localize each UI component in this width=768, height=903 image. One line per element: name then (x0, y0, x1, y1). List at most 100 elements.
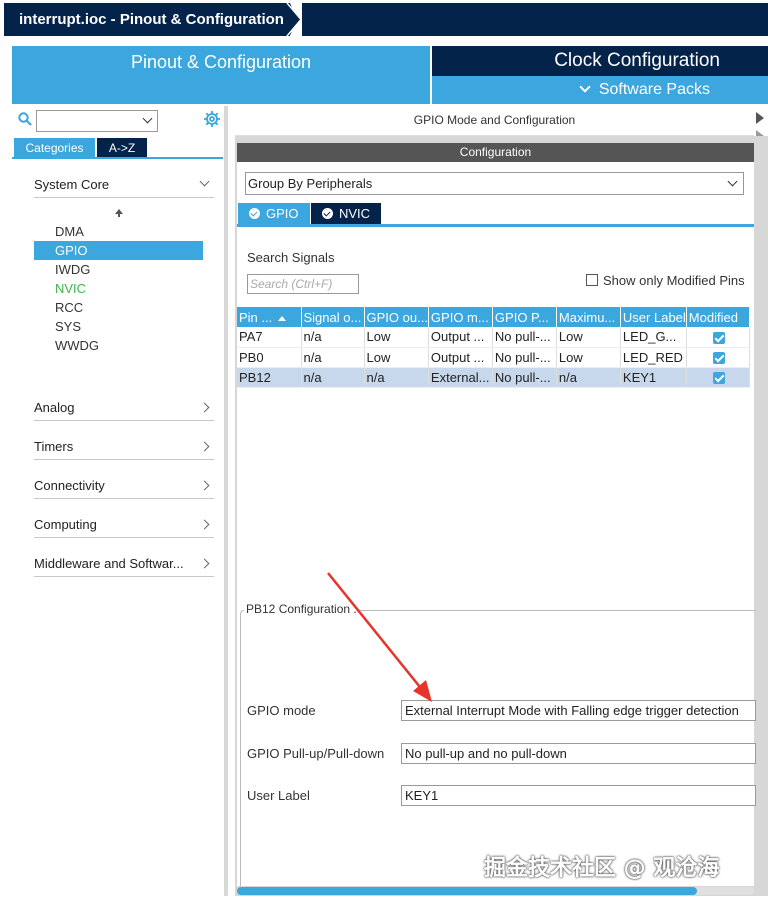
group-by-value: Group By Peripherals (248, 176, 373, 191)
user-label-label: User Label (247, 788, 310, 803)
table-row[interactable]: PA7 n/a Low Output ... No pull-... Low L… (237, 327, 750, 348)
gpio-pull-label: GPIO Pull-up/Pull-down (247, 746, 385, 761)
title-bar: interrupt.ioc - Pinout & Configuration (0, 0, 768, 37)
column-header-max-speed[interactable]: Maximu... (556, 307, 621, 327)
software-packs-label: Software Packs (598, 81, 710, 98)
chevron-right-icon (199, 558, 210, 569)
chevron-down-icon (727, 176, 738, 187)
cell-user-label: LED_RED (620, 347, 687, 368)
tab-pinout-configuration[interactable]: Pinout & Configuration (12, 46, 430, 104)
category-label: Middleware and Softwar... (34, 556, 184, 571)
cell-modified[interactable] (686, 347, 750, 368)
chevron-right-icon (199, 441, 210, 452)
tab-clock-configuration[interactable]: Clock Configuration (432, 46, 768, 76)
check-circle-icon (322, 208, 333, 219)
breadcrumb-chevron (286, 2, 304, 37)
checkbox-checked-icon[interactable] (712, 352, 725, 365)
pin-table: Pin ... Signal o... GPIO ou... GPIO m...… (237, 307, 750, 388)
category-middleware[interactable]: Middleware and Softwar... (34, 551, 214, 577)
breadcrumb-bar-fill (300, 3, 768, 36)
column-header-label: Pin ... (239, 309, 273, 325)
main-tabs: Pinout & Configuration Clock Configurati… (0, 36, 768, 104)
cell-signal: n/a (301, 327, 365, 348)
column-header-user-label[interactable]: User Label (620, 307, 687, 327)
breadcrumb-label: interrupt.ioc - Pinout & Configuration (4, 3, 290, 36)
peripheral-gpio[interactable]: GPIO (34, 241, 203, 260)
search-signals-label: Search Signals (247, 250, 335, 265)
user-label-input[interactable]: KEY1 (401, 785, 756, 806)
cell-user-label: LED_G... (620, 327, 687, 348)
column-header-pin[interactable]: Pin ... (237, 307, 302, 327)
category-label: Timers (34, 439, 74, 454)
tab-gpio[interactable]: GPIO (238, 203, 310, 224)
tab-categories[interactable]: Categories (14, 138, 95, 158)
gpio-mode-select[interactable]: External Interrupt Mode with Falling edg… (401, 700, 756, 721)
cell-speed: Low (556, 327, 621, 348)
cell-speed: Low (556, 347, 621, 368)
cell-user-label: KEY1 (620, 367, 687, 388)
column-header-signal[interactable]: Signal o... (301, 307, 365, 327)
table-row[interactable]: PB0 n/a Low Output ... No pull-... Low L… (237, 347, 750, 368)
cell-pin: PA7 (237, 327, 302, 348)
search-icon[interactable] (18, 112, 32, 126)
table-row-selected[interactable]: PB12 n/a n/a External... No pull-... n/a… (237, 367, 750, 388)
check-circle-icon (249, 208, 260, 219)
software-packs-menu[interactable]: Software Packs (432, 76, 768, 104)
cell-signal: n/a (301, 347, 365, 368)
checkbox-checked-icon[interactable] (712, 372, 725, 385)
column-header-gpio-output-level[interactable]: GPIO ou... (364, 307, 429, 327)
cell-pin: PB0 (237, 347, 302, 368)
column-header-modified[interactable]: Modified (686, 307, 750, 327)
checkbox-checked-icon[interactable] (712, 331, 725, 344)
chevron-down-icon (199, 176, 210, 187)
tab-nvic-label: NVIC (339, 206, 371, 221)
category-label: Analog (34, 400, 75, 415)
cell-signal: n/a (301, 367, 365, 388)
category-label: Connectivity (34, 478, 105, 493)
category-analog[interactable]: Analog (34, 395, 214, 421)
category-connectivity[interactable]: Connectivity (34, 473, 214, 499)
table-header-row: Pin ... Signal o... GPIO ou... GPIO m...… (237, 307, 750, 327)
cell-pull: No pull-... (492, 327, 557, 348)
category-timers[interactable]: Timers (34, 434, 214, 460)
horizontal-scrollbar[interactable] (237, 887, 754, 895)
cell-mode: External... (428, 367, 493, 388)
breadcrumb[interactable]: interrupt.ioc - Pinout & Configuration (4, 3, 304, 36)
sort-arrow-icon[interactable] (115, 209, 123, 217)
cell-modified[interactable] (686, 327, 750, 348)
peripheral-rcc[interactable]: RCC (34, 298, 203, 317)
category-label: Computing (34, 517, 97, 532)
chevron-right-icon (199, 519, 210, 530)
peripheral-iwdg[interactable]: IWDG (34, 260, 203, 279)
cell-modified[interactable] (686, 367, 750, 388)
gpio-mode-label: GPIO mode (247, 703, 316, 718)
peripheral-sys[interactable]: SYS (34, 317, 203, 336)
tab-gpio-label: GPIO (266, 206, 299, 221)
column-header-gpio-pull[interactable]: GPIO P... (492, 307, 557, 327)
show-modified-checkbox[interactable] (586, 274, 598, 286)
gpio-pull-select[interactable]: No pull-up and no pull-down (401, 743, 756, 764)
scrollbar-thumb[interactable] (237, 887, 697, 895)
search-signals-input[interactable] (247, 274, 359, 294)
gear-icon[interactable] (203, 110, 221, 128)
category-computing[interactable]: Computing (34, 512, 214, 538)
cell-output-level: n/a (364, 367, 429, 388)
group-by-select[interactable]: Group By Peripherals (245, 172, 744, 195)
cell-pull: No pull-... (492, 347, 557, 368)
subtab-underline (237, 224, 754, 227)
peripheral-wwdg[interactable]: WWDG (34, 336, 203, 355)
peripheral-nvic[interactable]: NVIC (34, 279, 203, 298)
watermark: 掘金技术社区 @ 观沧海 (484, 856, 720, 881)
peripheral-dma[interactable]: DMA (34, 222, 203, 241)
column-header-gpio-mode[interactable]: GPIO m... (428, 307, 493, 327)
configuration-header: Configuration (237, 143, 754, 162)
sort-ascending-icon (278, 315, 287, 321)
chevron-right-icon (199, 480, 210, 491)
show-modified-label: Show only Modified Pins (603, 273, 745, 288)
categories-panel: Categories A->Z System Core DMA GPIO IWD… (12, 106, 228, 896)
category-system-core[interactable]: System Core (34, 172, 214, 198)
cell-output-level: Low (364, 327, 429, 348)
tab-a-to-z[interactable]: A->Z (97, 138, 147, 158)
tab-nvic[interactable]: NVIC (311, 203, 381, 224)
category-search-combo[interactable] (36, 110, 158, 132)
